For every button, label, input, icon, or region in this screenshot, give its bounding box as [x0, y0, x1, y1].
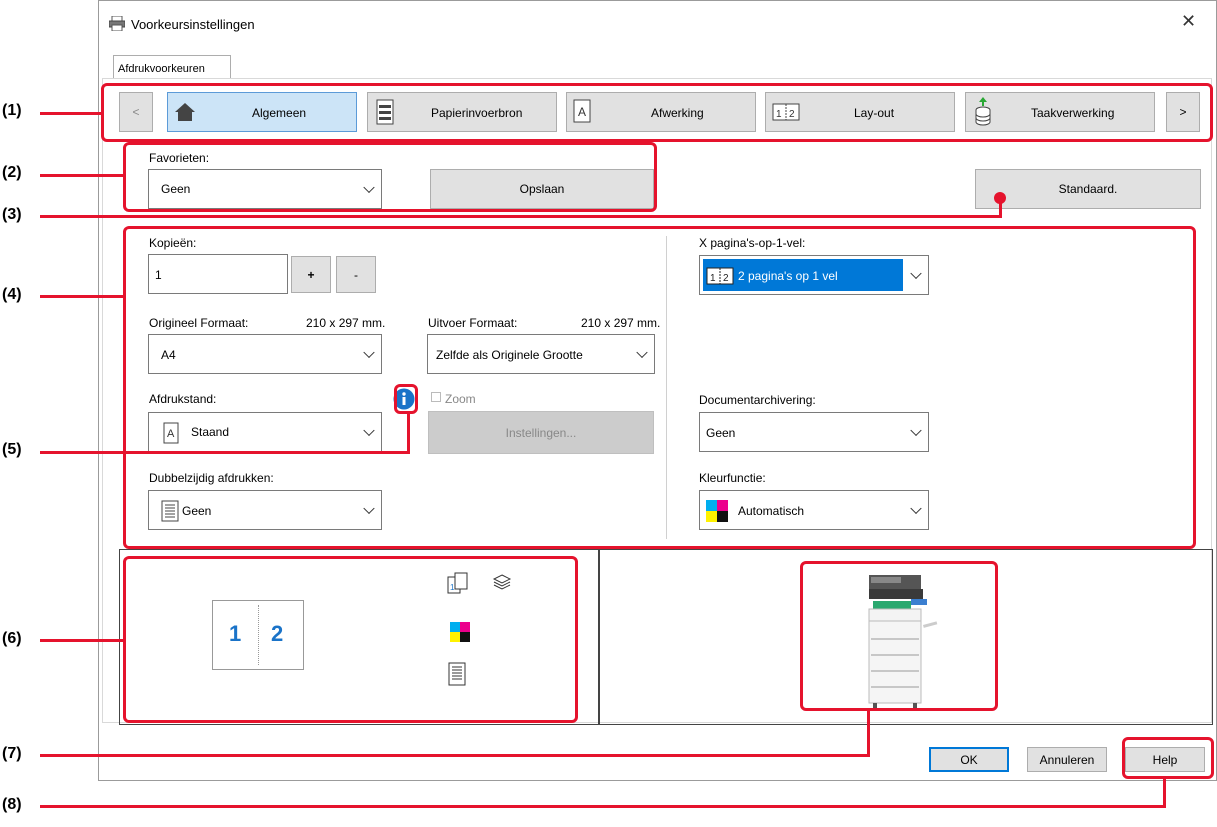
- leader-line-5-v: [407, 413, 410, 454]
- leader-line-4: [40, 295, 124, 298]
- callout-label-3: (3): [2, 206, 22, 223]
- callout-label-6: (6): [2, 630, 22, 647]
- leader-line-1: [40, 112, 102, 115]
- leader-line-3: [40, 215, 1002, 218]
- callout-box-8: [1122, 737, 1214, 779]
- callout-label-7: (7): [2, 745, 22, 762]
- ok-button[interactable]: OK: [929, 747, 1009, 772]
- printer-icon: [109, 16, 125, 31]
- window-title: Voorkeursinstellingen: [131, 17, 255, 32]
- leader-line-7: [40, 754, 870, 757]
- leader-line-2: [40, 174, 124, 177]
- callout-label-2: (2): [2, 164, 22, 181]
- callout-label-4: (4): [2, 286, 22, 303]
- leader-line-7-v: [867, 710, 870, 757]
- callout-label-1: (1): [2, 102, 22, 119]
- default-button[interactable]: Standaard.: [975, 169, 1201, 209]
- leader-line-6: [40, 639, 124, 642]
- tab-afdrukvoorkeuren[interactable]: Afdrukvoorkeuren: [113, 55, 231, 79]
- cancel-button[interactable]: Annuleren: [1027, 747, 1107, 772]
- callout-box-2: [123, 142, 657, 212]
- leader-line-5: [40, 451, 410, 454]
- callout-box-1: [101, 83, 1213, 142]
- callout-box-7: [800, 561, 998, 711]
- title-bar: Voorkeursinstellingen ✕: [99, 1, 1216, 45]
- leader-line-8: [40, 805, 1166, 808]
- callout-label-8: (8): [2, 796, 22, 813]
- callout-dot-3: [994, 192, 1006, 204]
- leader-line-8-v: [1163, 778, 1166, 808]
- callout-box-6: [123, 556, 578, 723]
- callout-box-5: [394, 384, 418, 414]
- callout-label-5: (5): [2, 441, 22, 458]
- close-icon[interactable]: ✕: [1181, 11, 1196, 32]
- callout-box-4: [123, 226, 1196, 549]
